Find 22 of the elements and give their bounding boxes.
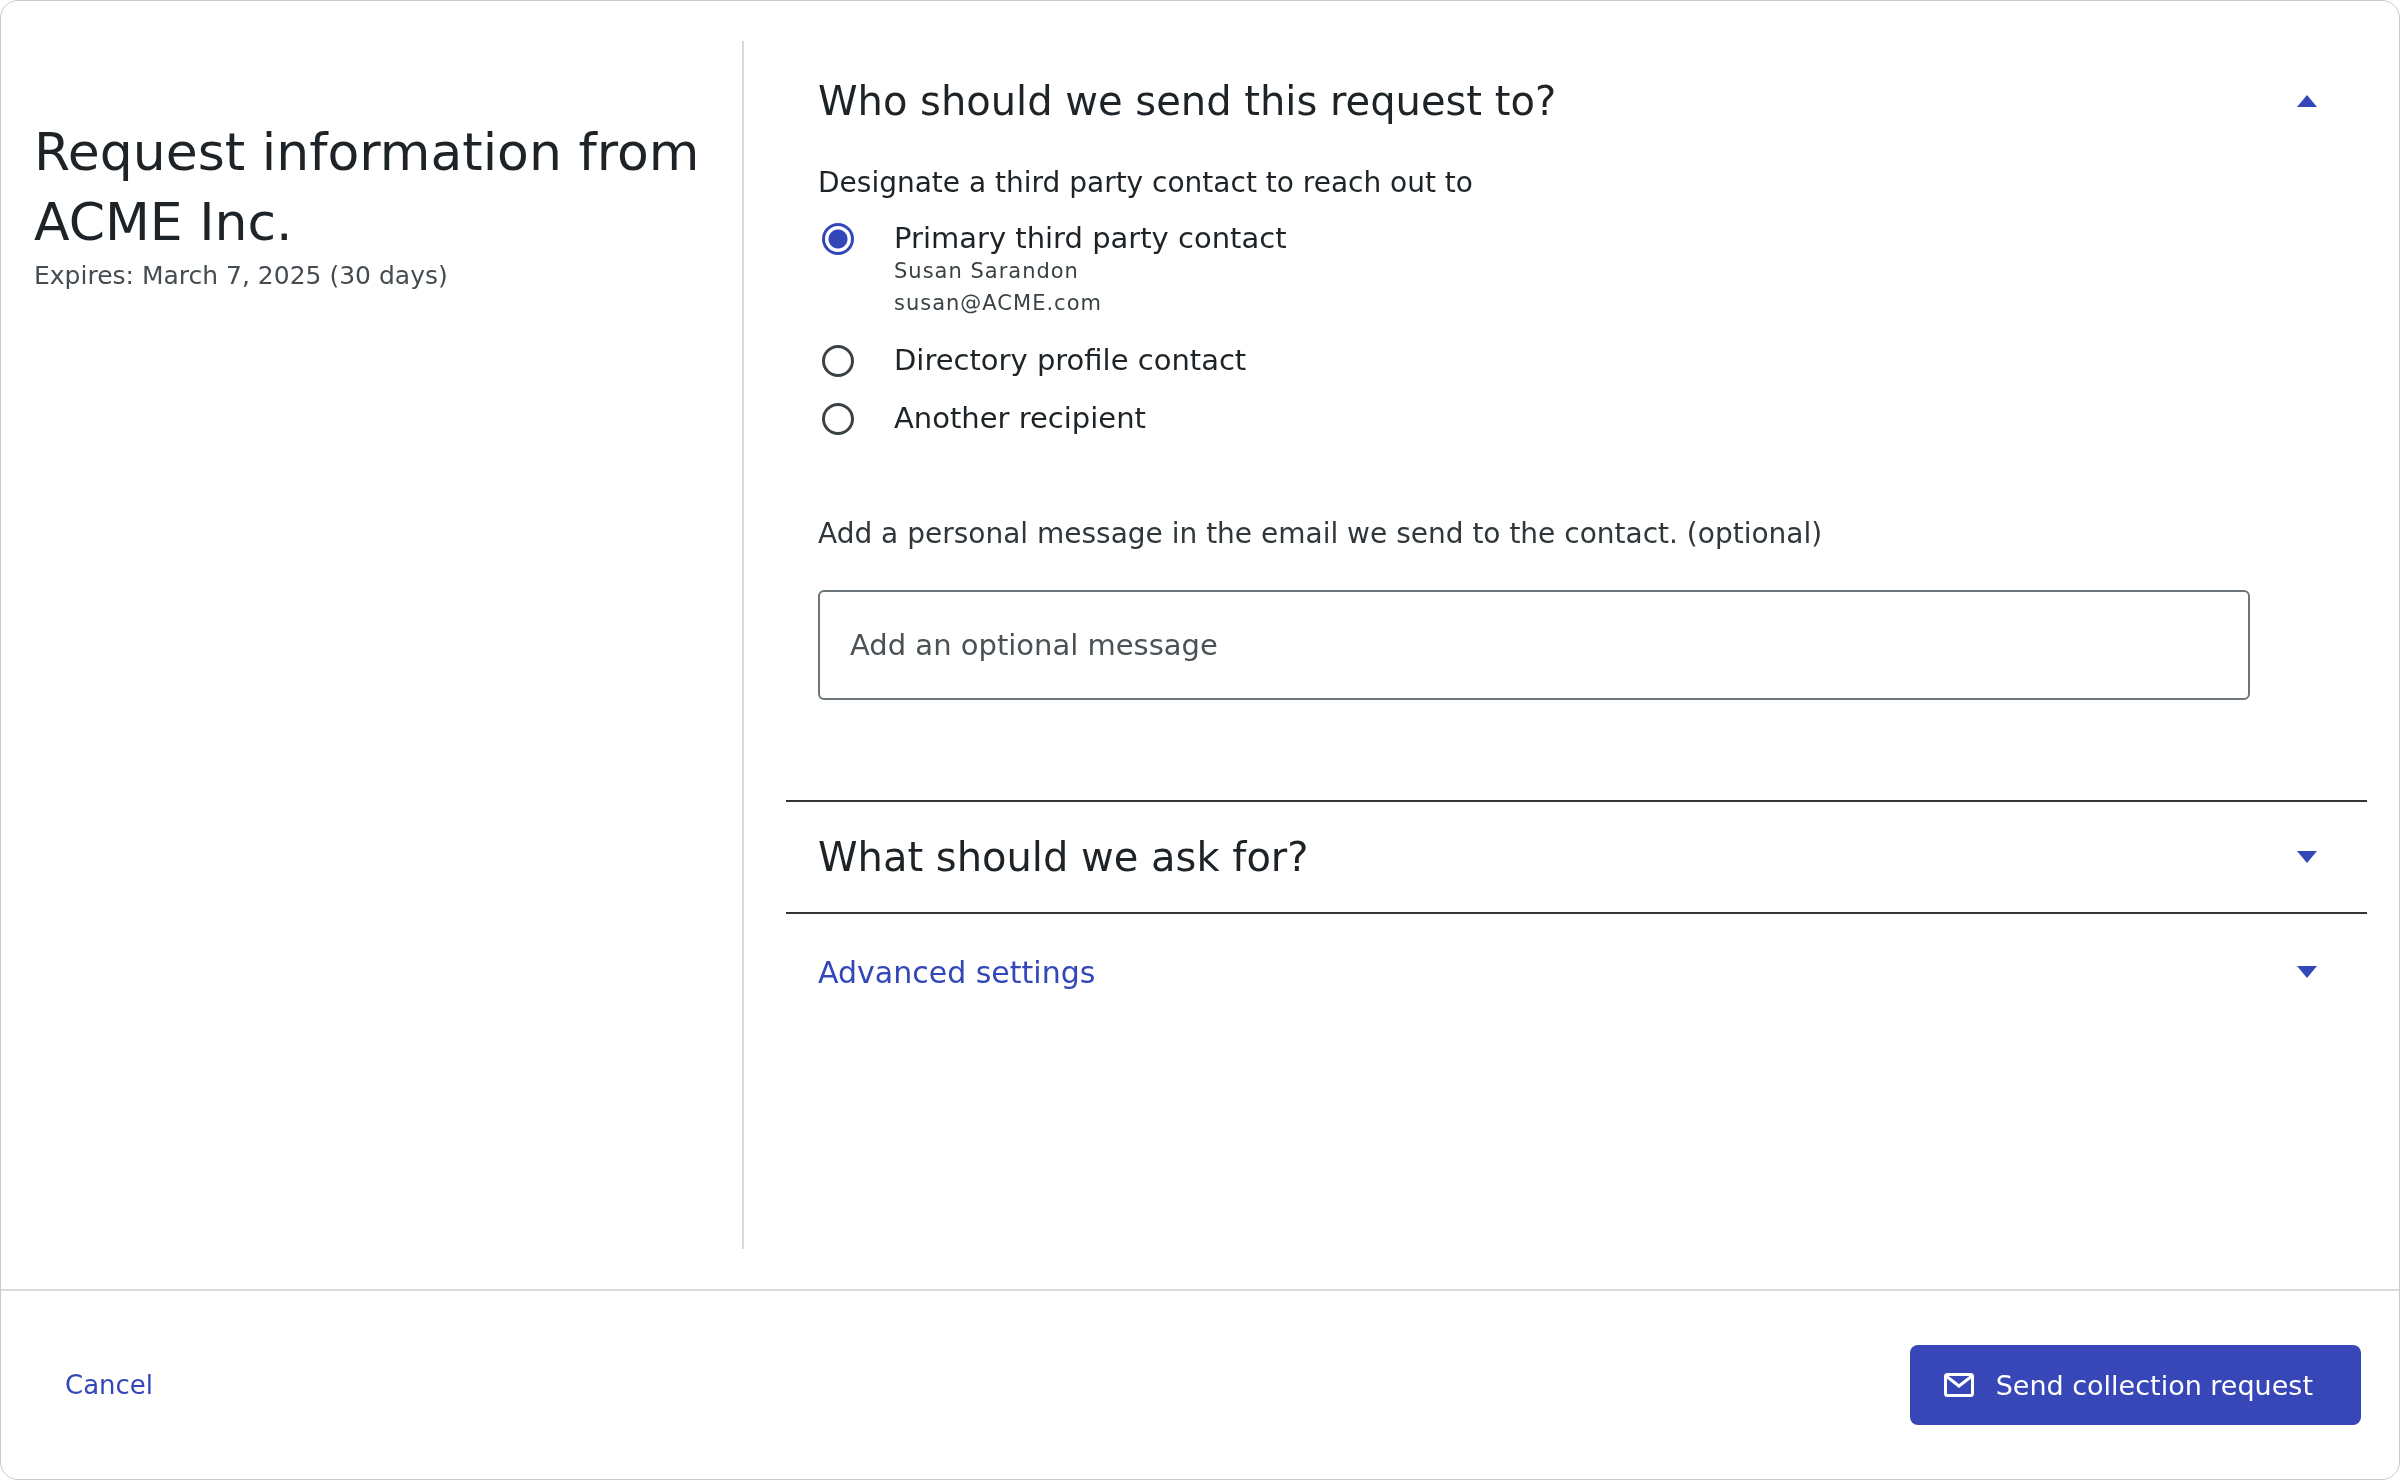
dialog-title: Request information from ACME Inc. [34,121,701,254]
radio-button[interactable] [822,403,854,435]
envelope-icon [1943,1373,1974,1397]
field-label: Add a personal message in the email we send to the contact. (optional) [818,517,1824,550]
expand-caret-icon[interactable] [2297,966,2317,978]
collapse-caret-icon[interactable] [2297,95,2317,107]
field-label: Designate a third party contact to reach out to [818,166,1474,199]
expand-caret-icon[interactable] [2297,851,2317,863]
radio-label[interactable]: Primary third party contact [894,221,1287,255]
message-input-field[interactable]: Add an optional message [818,590,2250,700]
radio-label[interactable]: Directory profile contact [894,343,1247,377]
cancel-link[interactable]: Cancel [65,1370,154,1400]
radio-button[interactable] [822,345,854,377]
contact-detail: susan@ACME.com [894,290,1103,317]
radio-label[interactable]: Another recipient [894,401,1146,435]
radio-button[interactable] [822,223,854,255]
send-request-button[interactable]: Send collection request [1909,1345,2361,1425]
expiry-date: Expires: March 7, 2025 (30 days) [34,261,449,290]
section-heading[interactable]: What should we ask for? [818,834,1309,880]
section-heading[interactable]: Who should we send this request to? [818,78,1557,124]
advanced-settings-link[interactable]: Advanced settings [818,954,1096,990]
contact-detail: Susan Sarandon [894,258,1080,285]
